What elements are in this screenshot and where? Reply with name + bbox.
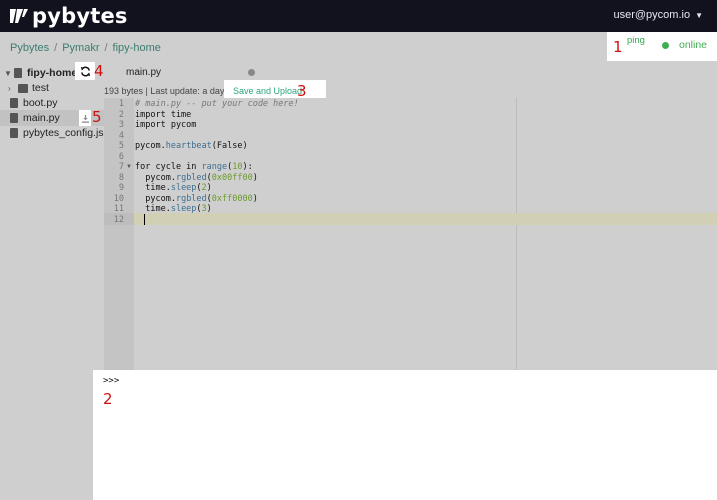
line-number: 5 (118, 141, 124, 151)
ping-button[interactable]: ping (627, 35, 645, 46)
tree-item-label: boot.py (23, 97, 58, 109)
device-status: online (679, 39, 708, 51)
code-line: time.sleep(3) (135, 204, 212, 214)
line-number: 11 (113, 204, 124, 214)
file-icon (10, 98, 18, 108)
breadcrumb-separator: / (104, 42, 108, 54)
line-number: 10 (113, 193, 124, 204)
user-email: user@pycom.io (613, 9, 691, 21)
line-number: 1 (118, 99, 124, 109)
code-line: # main.py -- put your code here! (135, 99, 299, 109)
refresh-button[interactable] (75, 62, 95, 80)
top-navigation-bar: pybytes user@pycom.io ▼ (0, 0, 717, 32)
tree-item-label: pybytes_config.jso (23, 127, 110, 139)
download-icon (81, 114, 89, 123)
line-number: 8 (118, 172, 124, 183)
unsaved-dot-icon (248, 69, 255, 76)
tree-root-folder[interactable]: ▼ fipy-home (4, 65, 77, 81)
line-number: 3 (118, 120, 124, 130)
file-icon (10, 128, 18, 138)
tree-item-main[interactable]: main.py (10, 110, 60, 126)
code-line: pycom.rgbled(0x00ff00) (135, 172, 258, 183)
breadcrumb-pybytes[interactable]: Pybytes (10, 42, 49, 54)
annotation-number: 4 (94, 62, 104, 80)
line-number: 2 (118, 109, 124, 120)
folder-icon (14, 68, 22, 78)
tree-item-boot[interactable]: boot.py (10, 95, 57, 111)
line-number: 4 (118, 130, 124, 141)
breadcrumb-separator: / (54, 42, 58, 54)
active-line-highlight (134, 213, 717, 225)
chevron-down-icon: ▼ (695, 10, 703, 20)
tree-root-label: fipy-home (27, 67, 78, 79)
annotation-number: 1 (613, 38, 623, 56)
pybytes-logo[interactable]: pybytes (10, 3, 128, 29)
save-and-upload-button[interactable]: Save and Upload (233, 86, 302, 96)
breadcrumb-device[interactable]: fipy-home (113, 42, 161, 54)
line-number: 9 (118, 183, 124, 193)
print-margin (516, 98, 517, 370)
file-icon (10, 113, 18, 123)
annotation-number: 2 (103, 390, 113, 408)
line-number: 6 (118, 151, 124, 162)
chevron-right-icon: › (8, 83, 11, 93)
logo-text: pybytes (32, 4, 128, 28)
code-line: pycom.rgbled(0xff0000) (135, 193, 258, 204)
chevron-down-icon: ▼ (4, 68, 12, 78)
tree-item-label: main.py (23, 112, 60, 124)
breadcrumb-pymakr[interactable]: Pymakr (62, 42, 99, 54)
pybytes-logo-icon (10, 9, 28, 23)
code-line: time.sleep(2) (135, 183, 212, 193)
code-line: import time (135, 109, 192, 120)
download-button[interactable] (79, 110, 91, 126)
code-line: for cycle in range(10): (135, 162, 253, 172)
tree-item-pybytes-config[interactable]: pybytes_config.jso (10, 125, 109, 141)
code-line: import pycom (135, 120, 197, 130)
status-indicator-icon (662, 42, 669, 49)
line-number: 12 (113, 214, 124, 225)
fold-arrow-icon[interactable]: ▼ (126, 162, 132, 173)
folder-icon (18, 83, 28, 93)
tree-item-label: test (32, 82, 49, 94)
terminal-console[interactable] (93, 370, 717, 500)
code-line: pycom.heartbeat(False) (135, 141, 248, 151)
file-meta: 193 bytes | Last update: a day ago (104, 86, 242, 96)
editor-tab-label: main.py (126, 67, 162, 78)
user-menu[interactable]: user@pycom.io ▼ (613, 9, 703, 21)
annotation-number: 5 (92, 108, 102, 126)
text-caret (144, 214, 145, 225)
tree-item-test[interactable]: › test (8, 80, 49, 96)
line-number: 7 (118, 162, 124, 172)
refresh-icon (80, 66, 90, 76)
terminal-prompt: >>> (103, 376, 120, 386)
breadcrumb: Pybytes / Pymakr / fipy-home (10, 42, 161, 54)
